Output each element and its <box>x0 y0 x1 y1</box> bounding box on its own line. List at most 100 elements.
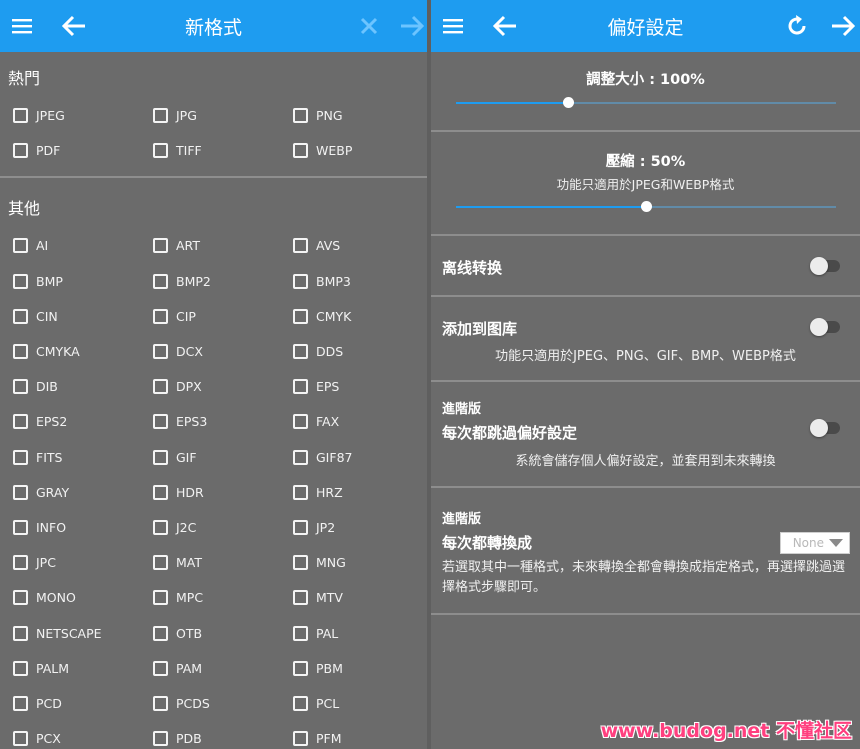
format-checkbox-item[interactable]: MPC <box>153 580 293 615</box>
checkbox-icon[interactable] <box>153 344 168 360</box>
format-checkbox-item[interactable]: MAT <box>153 545 293 580</box>
format-checkbox-item[interactable]: DCX <box>153 334 293 369</box>
format-checkbox-item[interactable]: DDS <box>293 334 427 369</box>
skip-preferences-toggle[interactable] <box>810 419 840 437</box>
format-checkbox-item[interactable]: BMP <box>13 264 153 299</box>
checkbox-icon[interactable] <box>13 484 28 500</box>
checkbox-icon[interactable] <box>293 519 308 535</box>
back-arrow-icon[interactable] <box>491 12 519 40</box>
checkbox-icon[interactable] <box>293 238 308 254</box>
format-checkbox-item[interactable]: CIP <box>153 299 293 334</box>
checkbox-icon[interactable] <box>13 625 28 641</box>
checkbox-icon[interactable] <box>153 660 168 676</box>
checkbox-icon[interactable] <box>13 449 28 465</box>
checkbox-icon[interactable] <box>293 449 308 465</box>
checkbox-icon[interactable] <box>13 660 28 676</box>
format-checkbox-item[interactable]: PCD <box>13 686 153 721</box>
checkbox-icon[interactable] <box>293 143 308 159</box>
checkbox-icon[interactable] <box>153 484 168 500</box>
resize-slider-thumb[interactable] <box>562 97 574 108</box>
close-icon[interactable] <box>355 12 383 40</box>
forward-arrow-icon[interactable] <box>398 12 426 40</box>
format-checkbox-item[interactable]: WEBP <box>293 133 427 168</box>
format-checkbox-item[interactable]: JP2 <box>293 510 427 545</box>
checkbox-icon[interactable] <box>153 590 168 606</box>
format-dropdown[interactable]: None <box>780 532 850 554</box>
format-checkbox-item[interactable]: INFO <box>13 510 153 545</box>
checkbox-icon[interactable] <box>293 273 308 289</box>
checkbox-icon[interactable] <box>153 731 168 747</box>
format-checkbox-item[interactable]: HRZ <box>293 475 427 510</box>
format-checkbox-item[interactable]: AVS <box>293 228 427 263</box>
checkbox-icon[interactable] <box>153 555 168 571</box>
checkbox-icon[interactable] <box>293 625 308 641</box>
format-checkbox-item[interactable]: BMP3 <box>293 264 427 299</box>
checkbox-icon[interactable] <box>153 625 168 641</box>
checkbox-icon[interactable] <box>293 344 308 360</box>
checkbox-icon[interactable] <box>293 660 308 676</box>
format-checkbox-item[interactable]: HDR <box>153 475 293 510</box>
format-checkbox-item[interactable]: ART <box>153 228 293 263</box>
format-checkbox-item[interactable]: PCL <box>293 686 427 721</box>
format-checkbox-item[interactable]: MTV <box>293 580 427 615</box>
checkbox-icon[interactable] <box>13 519 28 535</box>
checkbox-icon[interactable] <box>13 238 28 254</box>
format-checkbox-item[interactable]: EPS <box>293 369 427 404</box>
format-checkbox-item[interactable]: GIF87 <box>293 440 427 475</box>
checkbox-icon[interactable] <box>13 590 28 606</box>
checkbox-icon[interactable] <box>13 273 28 289</box>
format-checkbox-item[interactable]: PBM <box>293 651 427 686</box>
format-checkbox-item[interactable]: PAM <box>153 651 293 686</box>
checkbox-icon[interactable] <box>153 308 168 324</box>
format-checkbox-item[interactable]: CIN <box>13 299 153 334</box>
back-arrow-icon[interactable] <box>60 12 88 40</box>
checkbox-icon[interactable] <box>13 731 28 747</box>
format-checkbox-item[interactable]: NETSCAPE <box>13 615 153 650</box>
format-checkbox-item[interactable]: GRAY <box>13 475 153 510</box>
format-checkbox-item[interactable]: JPEG <box>13 98 153 133</box>
format-checkbox-item[interactable]: PCDS <box>153 686 293 721</box>
checkbox-icon[interactable] <box>153 108 168 124</box>
format-checkbox-item[interactable]: PAL <box>293 615 427 650</box>
checkbox-icon[interactable] <box>153 695 168 711</box>
format-checkbox-item[interactable]: OTB <box>153 615 293 650</box>
format-checkbox-item[interactable]: DPX <box>153 369 293 404</box>
checkbox-icon[interactable] <box>13 379 28 395</box>
checkbox-icon[interactable] <box>13 143 28 159</box>
format-checkbox-item[interactable]: JPG <box>153 98 293 133</box>
checkbox-icon[interactable] <box>153 519 168 535</box>
reset-icon[interactable] <box>783 12 811 40</box>
checkbox-icon[interactable] <box>153 238 168 254</box>
checkbox-icon[interactable] <box>293 414 308 430</box>
format-checkbox-item[interactable]: AI <box>13 228 153 263</box>
format-checkbox-item[interactable]: EPS2 <box>13 404 153 439</box>
checkbox-icon[interactable] <box>293 379 308 395</box>
checkbox-icon[interactable] <box>13 108 28 124</box>
format-checkbox-item[interactable]: PCX <box>13 721 153 749</box>
format-checkbox-item[interactable]: MONO <box>13 580 153 615</box>
checkbox-icon[interactable] <box>13 414 28 430</box>
checkbox-icon[interactable] <box>153 414 168 430</box>
compress-slider-thumb[interactable] <box>640 201 652 212</box>
checkbox-icon[interactable] <box>13 555 28 571</box>
checkbox-icon[interactable] <box>153 143 168 159</box>
checkbox-icon[interactable] <box>13 308 28 324</box>
checkbox-icon[interactable] <box>293 108 308 124</box>
checkbox-icon[interactable] <box>293 555 308 571</box>
format-checkbox-item[interactable]: GIF <box>153 440 293 475</box>
format-checkbox-item[interactable]: FAX <box>293 404 427 439</box>
format-checkbox-item[interactable]: CMYKA <box>13 334 153 369</box>
format-checkbox-item[interactable]: PDB <box>153 721 293 749</box>
checkbox-icon[interactable] <box>293 731 308 747</box>
checkbox-icon[interactable] <box>293 590 308 606</box>
format-checkbox-item[interactable]: JPC <box>13 545 153 580</box>
format-checkbox-item[interactable]: EPS3 <box>153 404 293 439</box>
checkbox-icon[interactable] <box>293 308 308 324</box>
checkbox-icon[interactable] <box>13 344 28 360</box>
format-checkbox-item[interactable]: TIFF <box>153 133 293 168</box>
checkbox-icon[interactable] <box>13 695 28 711</box>
offline-toggle[interactable] <box>810 257 840 275</box>
checkbox-icon[interactable] <box>293 484 308 500</box>
format-checkbox-item[interactable]: PFM <box>293 721 427 749</box>
format-checkbox-item[interactable]: J2C <box>153 510 293 545</box>
